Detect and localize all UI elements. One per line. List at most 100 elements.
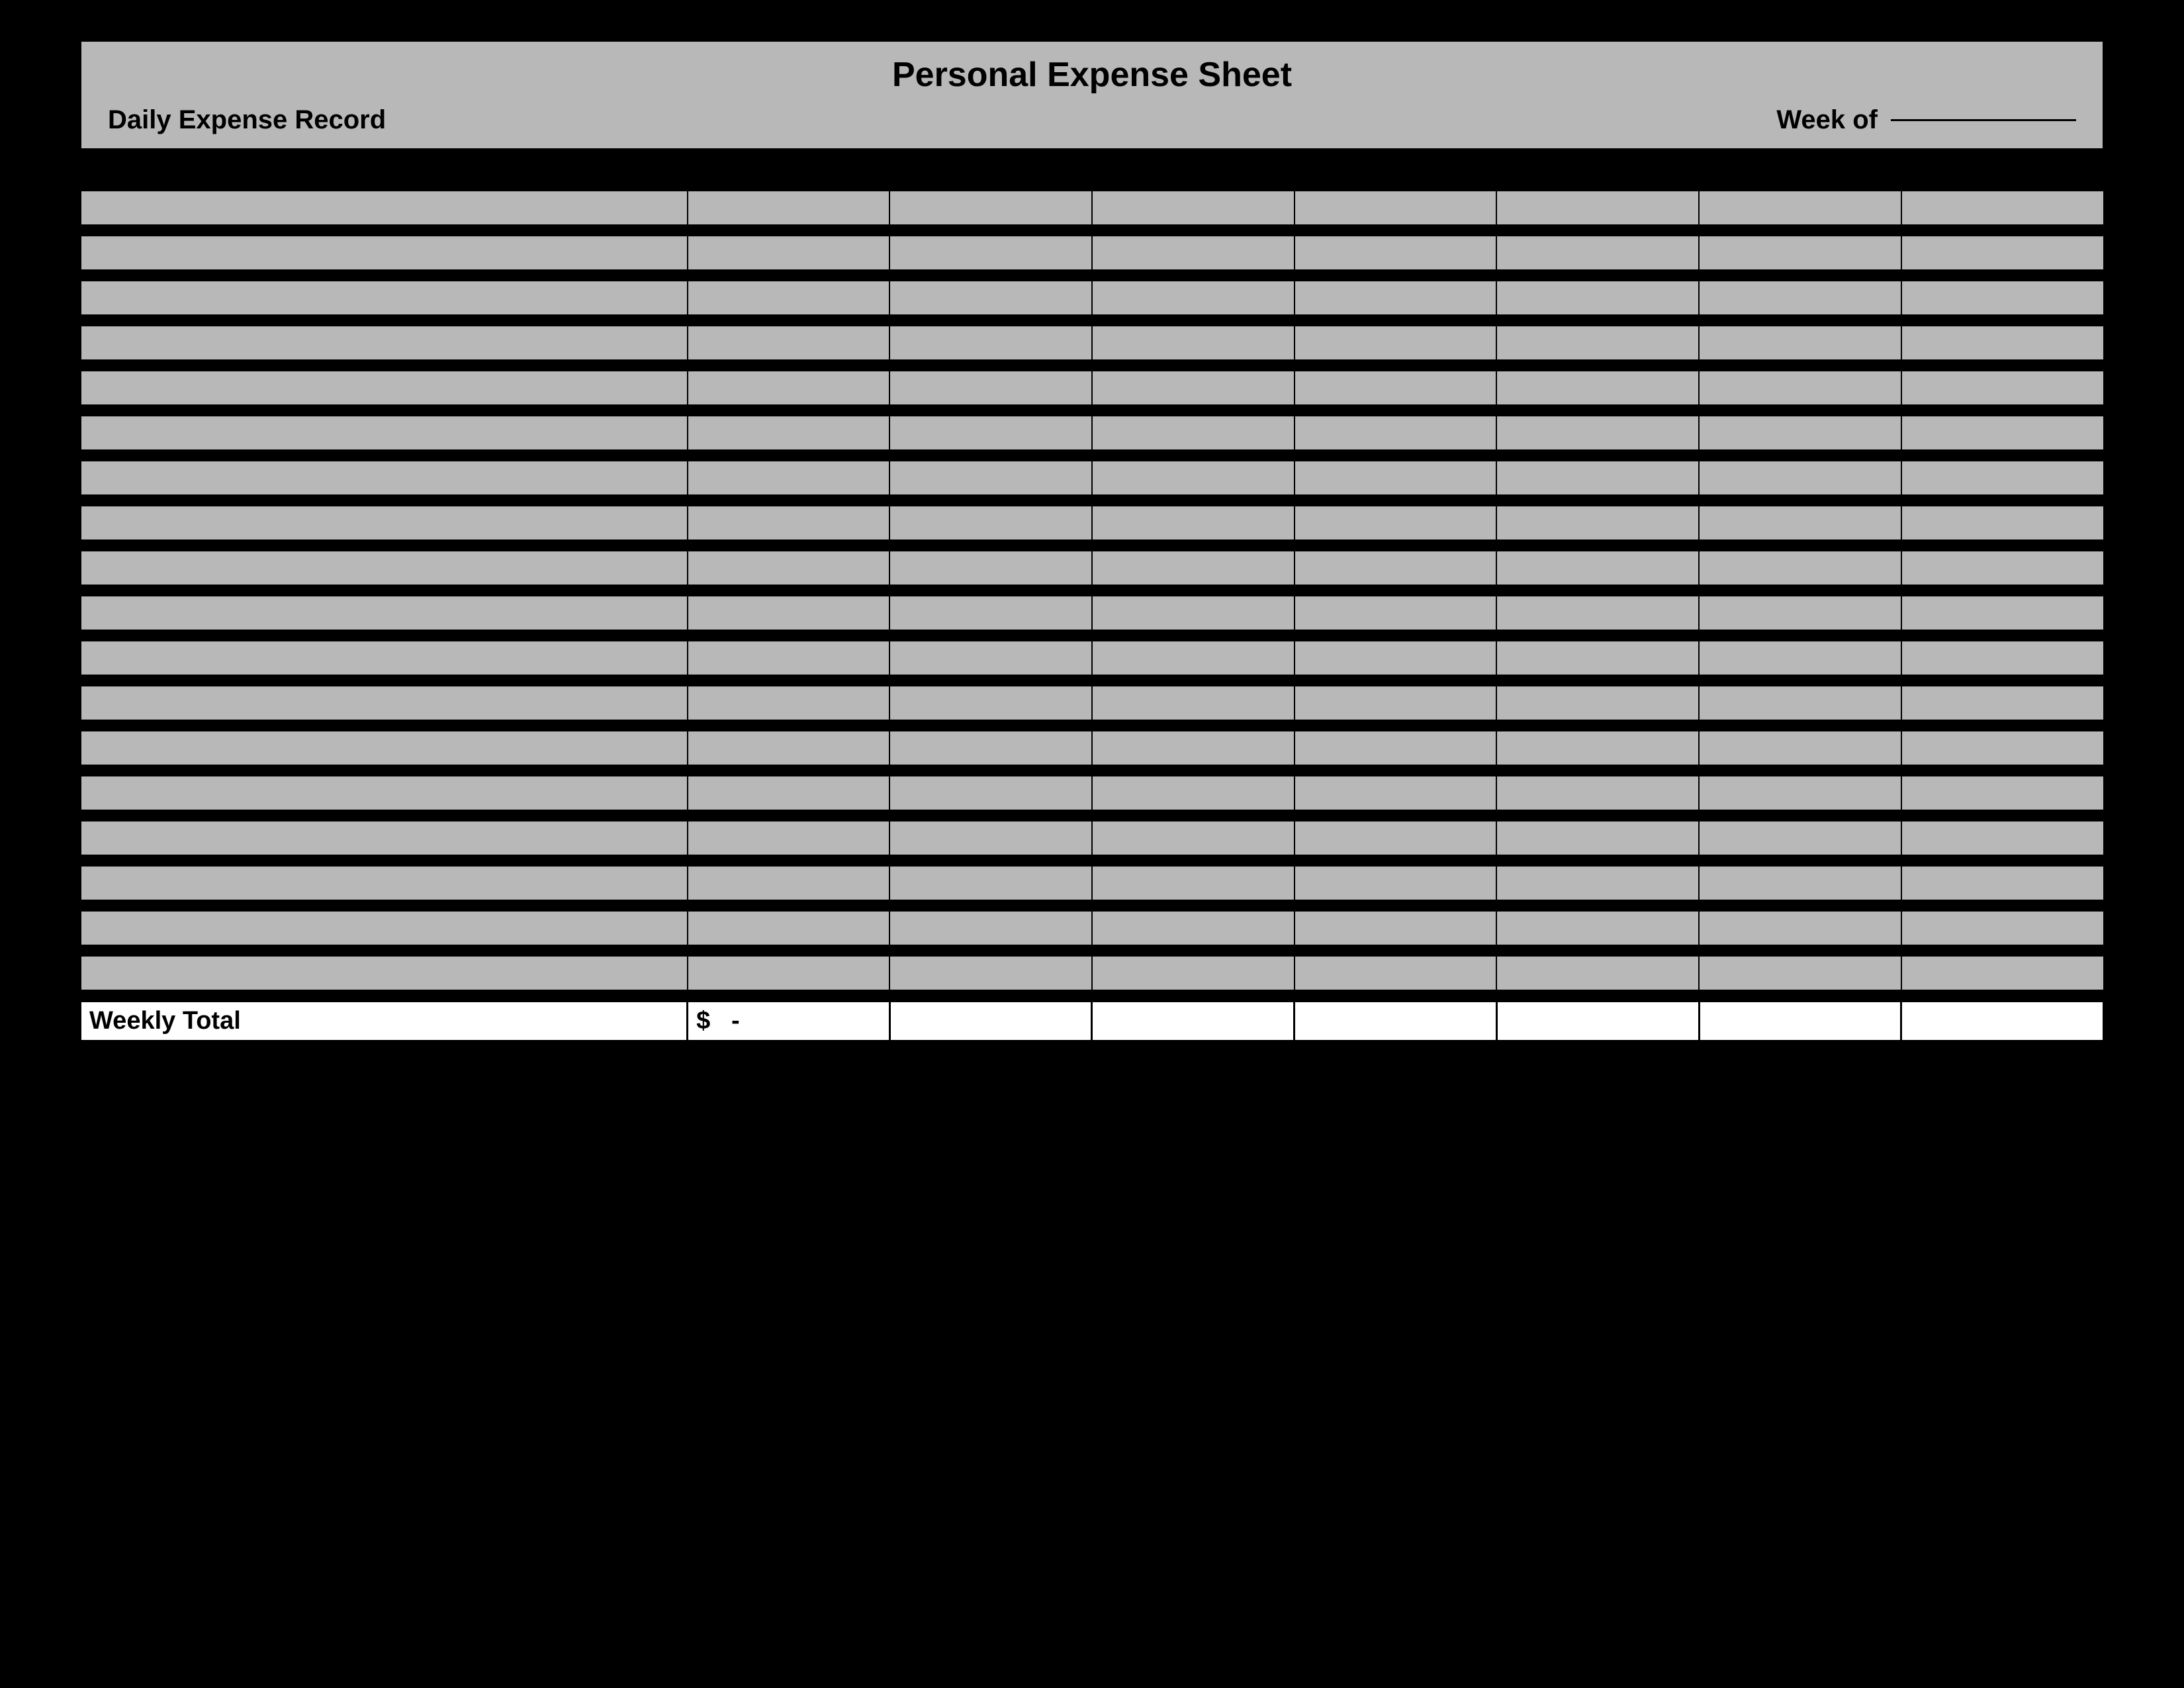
cell-day6[interactable]: [1699, 281, 1901, 315]
cell-day4[interactable]: [1295, 281, 1497, 315]
cell-day7[interactable]: [1901, 551, 2104, 585]
cell-day2[interactable]: [889, 956, 1092, 990]
cell-day2[interactable]: [889, 326, 1092, 360]
cell-day7[interactable]: [1901, 911, 2104, 945]
cell-day3[interactable]: [1092, 731, 1295, 765]
cell-day7[interactable]: [1901, 461, 2104, 495]
cell-day3[interactable]: [1092, 191, 1295, 225]
cell-day7[interactable]: [1901, 956, 2104, 990]
cell-day4[interactable]: [1295, 776, 1497, 810]
cell-day2[interactable]: [889, 416, 1092, 450]
cell-desc[interactable]: [81, 911, 688, 945]
cell-day4[interactable]: [1295, 596, 1497, 630]
cell-day3[interactable]: [1092, 956, 1295, 990]
cell-day2[interactable]: [889, 236, 1092, 270]
cell-day2[interactable]: [889, 191, 1092, 225]
cell-day5[interactable]: [1496, 416, 1699, 450]
cell-day4[interactable]: [1295, 371, 1497, 405]
cell-day3[interactable]: [1092, 506, 1295, 540]
cell-day1[interactable]: [688, 776, 890, 810]
total-day1[interactable]: [889, 1001, 1092, 1041]
cell-day4[interactable]: [1295, 191, 1497, 225]
cell-day2[interactable]: [889, 281, 1092, 315]
cell-day3[interactable]: [1092, 236, 1295, 270]
cell-day6[interactable]: [1699, 731, 1901, 765]
cell-day3[interactable]: [1092, 686, 1295, 720]
cell-day4[interactable]: [1295, 731, 1497, 765]
cell-day4[interactable]: [1295, 236, 1497, 270]
cell-day4[interactable]: [1295, 326, 1497, 360]
cell-day7[interactable]: [1901, 866, 2104, 900]
cell-desc[interactable]: [81, 416, 688, 450]
cell-day6[interactable]: [1699, 866, 1901, 900]
cell-day1[interactable]: [688, 911, 890, 945]
cell-day5[interactable]: [1496, 236, 1699, 270]
cell-day3[interactable]: [1092, 326, 1295, 360]
cell-day2[interactable]: [889, 731, 1092, 765]
cell-day5[interactable]: [1496, 506, 1699, 540]
total-day5[interactable]: [1699, 1001, 1901, 1041]
cell-day3[interactable]: [1092, 416, 1295, 450]
cell-day3[interactable]: [1092, 821, 1295, 855]
cell-desc[interactable]: [81, 866, 688, 900]
cell-desc[interactable]: [81, 731, 688, 765]
cell-desc[interactable]: [81, 461, 688, 495]
cell-day2[interactable]: [889, 371, 1092, 405]
cell-day1[interactable]: [688, 551, 890, 585]
cell-day7[interactable]: [1901, 776, 2104, 810]
cell-day4[interactable]: [1295, 821, 1497, 855]
total-day6[interactable]: [1901, 1001, 2104, 1041]
cell-desc[interactable]: [81, 281, 688, 315]
cell-day2[interactable]: [889, 506, 1092, 540]
cell-day4[interactable]: [1295, 686, 1497, 720]
cell-day5[interactable]: [1496, 911, 1699, 945]
cell-day6[interactable]: [1699, 461, 1901, 495]
total-day4[interactable]: [1496, 1001, 1699, 1041]
cell-day1[interactable]: [688, 596, 890, 630]
cell-day2[interactable]: [889, 866, 1092, 900]
cell-day1[interactable]: [688, 641, 890, 675]
cell-day7[interactable]: [1901, 641, 2104, 675]
cell-day6[interactable]: [1699, 776, 1901, 810]
cell-day1[interactable]: [688, 191, 890, 225]
cell-day7[interactable]: [1901, 191, 2104, 225]
cell-day1[interactable]: [688, 956, 890, 990]
cell-day7[interactable]: [1901, 281, 2104, 315]
cell-desc[interactable]: [81, 236, 688, 270]
cell-day5[interactable]: [1496, 281, 1699, 315]
cell-day2[interactable]: [889, 821, 1092, 855]
cell-day1[interactable]: [688, 461, 890, 495]
cell-day5[interactable]: [1496, 371, 1699, 405]
cell-day1[interactable]: [688, 686, 890, 720]
cell-day5[interactable]: [1496, 596, 1699, 630]
cell-day3[interactable]: [1092, 371, 1295, 405]
cell-day4[interactable]: [1295, 911, 1497, 945]
cell-day7[interactable]: [1901, 506, 2104, 540]
cell-day1[interactable]: [688, 821, 890, 855]
cell-desc[interactable]: [81, 776, 688, 810]
cell-day6[interactable]: [1699, 956, 1901, 990]
cell-day3[interactable]: [1092, 641, 1295, 675]
cell-day1[interactable]: [688, 506, 890, 540]
cell-day6[interactable]: [1699, 596, 1901, 630]
cell-day5[interactable]: [1496, 641, 1699, 675]
cell-day4[interactable]: [1295, 506, 1497, 540]
cell-day5[interactable]: [1496, 866, 1699, 900]
cell-day4[interactable]: [1295, 461, 1497, 495]
cell-day3[interactable]: [1092, 911, 1295, 945]
cell-day1[interactable]: [688, 371, 890, 405]
cell-day3[interactable]: [1092, 866, 1295, 900]
cell-day2[interactable]: [889, 911, 1092, 945]
cell-day4[interactable]: [1295, 641, 1497, 675]
cell-desc[interactable]: [81, 956, 688, 990]
cell-day2[interactable]: [889, 641, 1092, 675]
cell-day2[interactable]: [889, 596, 1092, 630]
cell-day6[interactable]: [1699, 506, 1901, 540]
cell-day5[interactable]: [1496, 821, 1699, 855]
cell-day7[interactable]: [1901, 821, 2104, 855]
cell-day4[interactable]: [1295, 866, 1497, 900]
cell-day1[interactable]: [688, 866, 890, 900]
cell-day6[interactable]: [1699, 236, 1901, 270]
cell-desc[interactable]: [81, 551, 688, 585]
cell-day6[interactable]: [1699, 416, 1901, 450]
